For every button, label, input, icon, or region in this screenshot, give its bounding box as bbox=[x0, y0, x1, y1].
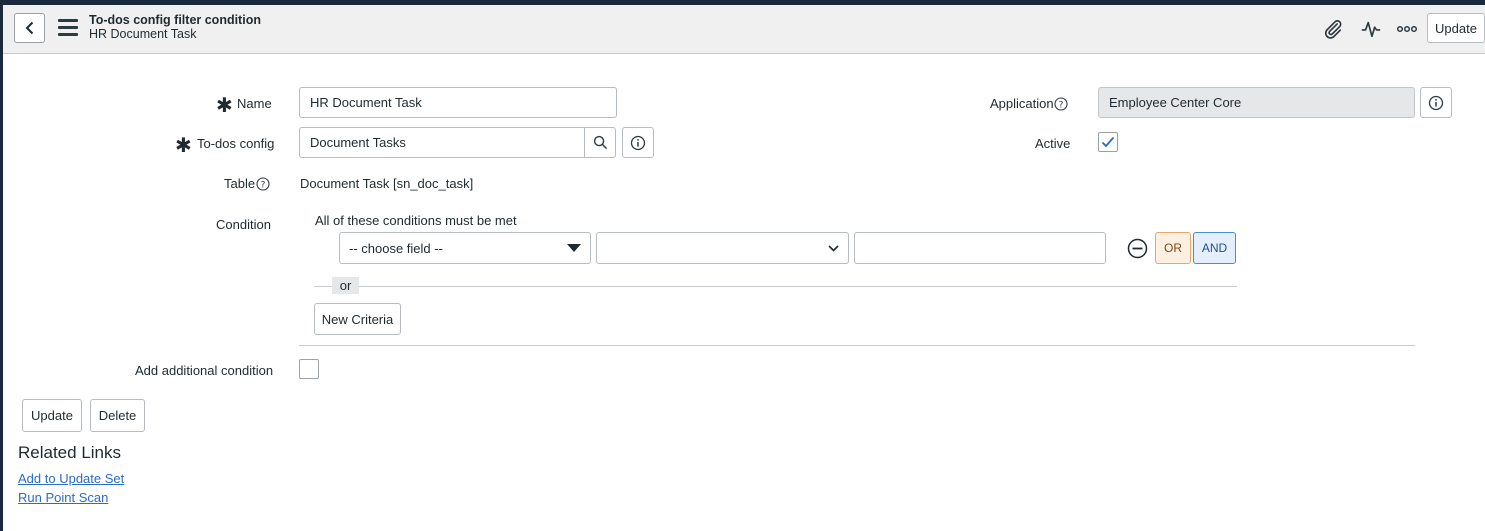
help-question-icon[interactable]: ? bbox=[1054, 97, 1068, 111]
additional-condition-checkbox[interactable] bbox=[299, 359, 319, 379]
svg-text:?: ? bbox=[261, 180, 266, 190]
caret-down-icon bbox=[567, 244, 581, 252]
condition-label: Condition bbox=[216, 217, 271, 232]
svg-text:?: ? bbox=[1059, 100, 1064, 110]
chevron-left-icon bbox=[25, 21, 33, 35]
lookup-search-button[interactable] bbox=[584, 127, 616, 158]
todos-config-label: To-dos config bbox=[197, 136, 275, 151]
operator-select[interactable] bbox=[596, 232, 849, 264]
paperclip-icon[interactable] bbox=[1321, 17, 1345, 41]
table-label: Table bbox=[224, 176, 256, 191]
add-to-update-set-link[interactable]: Add to Update Set bbox=[18, 471, 124, 486]
back-button[interactable] bbox=[14, 13, 45, 43]
remove-condition-icon[interactable] bbox=[1127, 238, 1148, 259]
help-question-icon[interactable]: ? bbox=[256, 177, 270, 191]
mandatory-asterisk-icon: ✱ bbox=[175, 135, 192, 157]
related-links-title: Related Links bbox=[18, 443, 122, 462]
search-icon bbox=[593, 135, 607, 150]
activity-pulse-icon[interactable] bbox=[1359, 17, 1383, 41]
table-value: Document Task [sn_doc_task] bbox=[300, 176, 474, 191]
condition-value-input[interactable] bbox=[854, 232, 1106, 264]
or-separator-label: or bbox=[332, 277, 359, 294]
choose-field-select[interactable]: -- choose field -- bbox=[339, 232, 591, 264]
or-button[interactable]: OR bbox=[1155, 232, 1191, 264]
or-divider bbox=[314, 286, 1237, 287]
run-point-scan-link[interactable]: Run Point Scan bbox=[18, 490, 108, 505]
application-label: Application bbox=[990, 96, 1054, 111]
record-type-title: To-dos config filter condition bbox=[89, 13, 261, 27]
active-checkbox[interactable] bbox=[1098, 132, 1118, 152]
info-icon bbox=[630, 135, 646, 150]
hamburger-menu-icon[interactable] bbox=[58, 19, 78, 37]
choose-field-value: -- choose field -- bbox=[349, 240, 443, 256]
form-header: To-dos config filter condition HR Docume… bbox=[3, 5, 1485, 54]
todos-config-input[interactable]: Document Tasks bbox=[299, 127, 585, 158]
additional-condition-label: Add additional condition bbox=[135, 363, 274, 378]
todos-config-info-button[interactable] bbox=[622, 127, 654, 158]
condition-bottom-divider bbox=[299, 345, 1415, 346]
update-button[interactable]: Update bbox=[22, 399, 82, 432]
and-button[interactable]: AND bbox=[1193, 232, 1236, 264]
more-options-icon[interactable] bbox=[1395, 17, 1419, 41]
name-label: Name bbox=[237, 96, 272, 111]
mandatory-asterisk-icon: ✱ bbox=[216, 95, 233, 117]
delete-button[interactable]: Delete bbox=[90, 399, 145, 432]
record-display-name: HR Document Task bbox=[89, 27, 197, 41]
condition-heading: All of these conditions must be met bbox=[315, 213, 517, 228]
header-update-button[interactable]: Update bbox=[1427, 13, 1485, 43]
name-input[interactable]: HR Document Task bbox=[299, 87, 617, 118]
application-info-button[interactable] bbox=[1420, 87, 1452, 118]
chevron-down-icon bbox=[828, 244, 839, 252]
active-label: Active bbox=[1035, 136, 1071, 151]
application-field: Employee Center Core bbox=[1098, 87, 1415, 118]
new-criteria-button[interactable]: New Criteria bbox=[314, 303, 401, 335]
info-icon bbox=[1428, 95, 1444, 110]
checkmark-icon bbox=[1101, 136, 1115, 148]
left-frame-bar bbox=[0, 5, 3, 531]
